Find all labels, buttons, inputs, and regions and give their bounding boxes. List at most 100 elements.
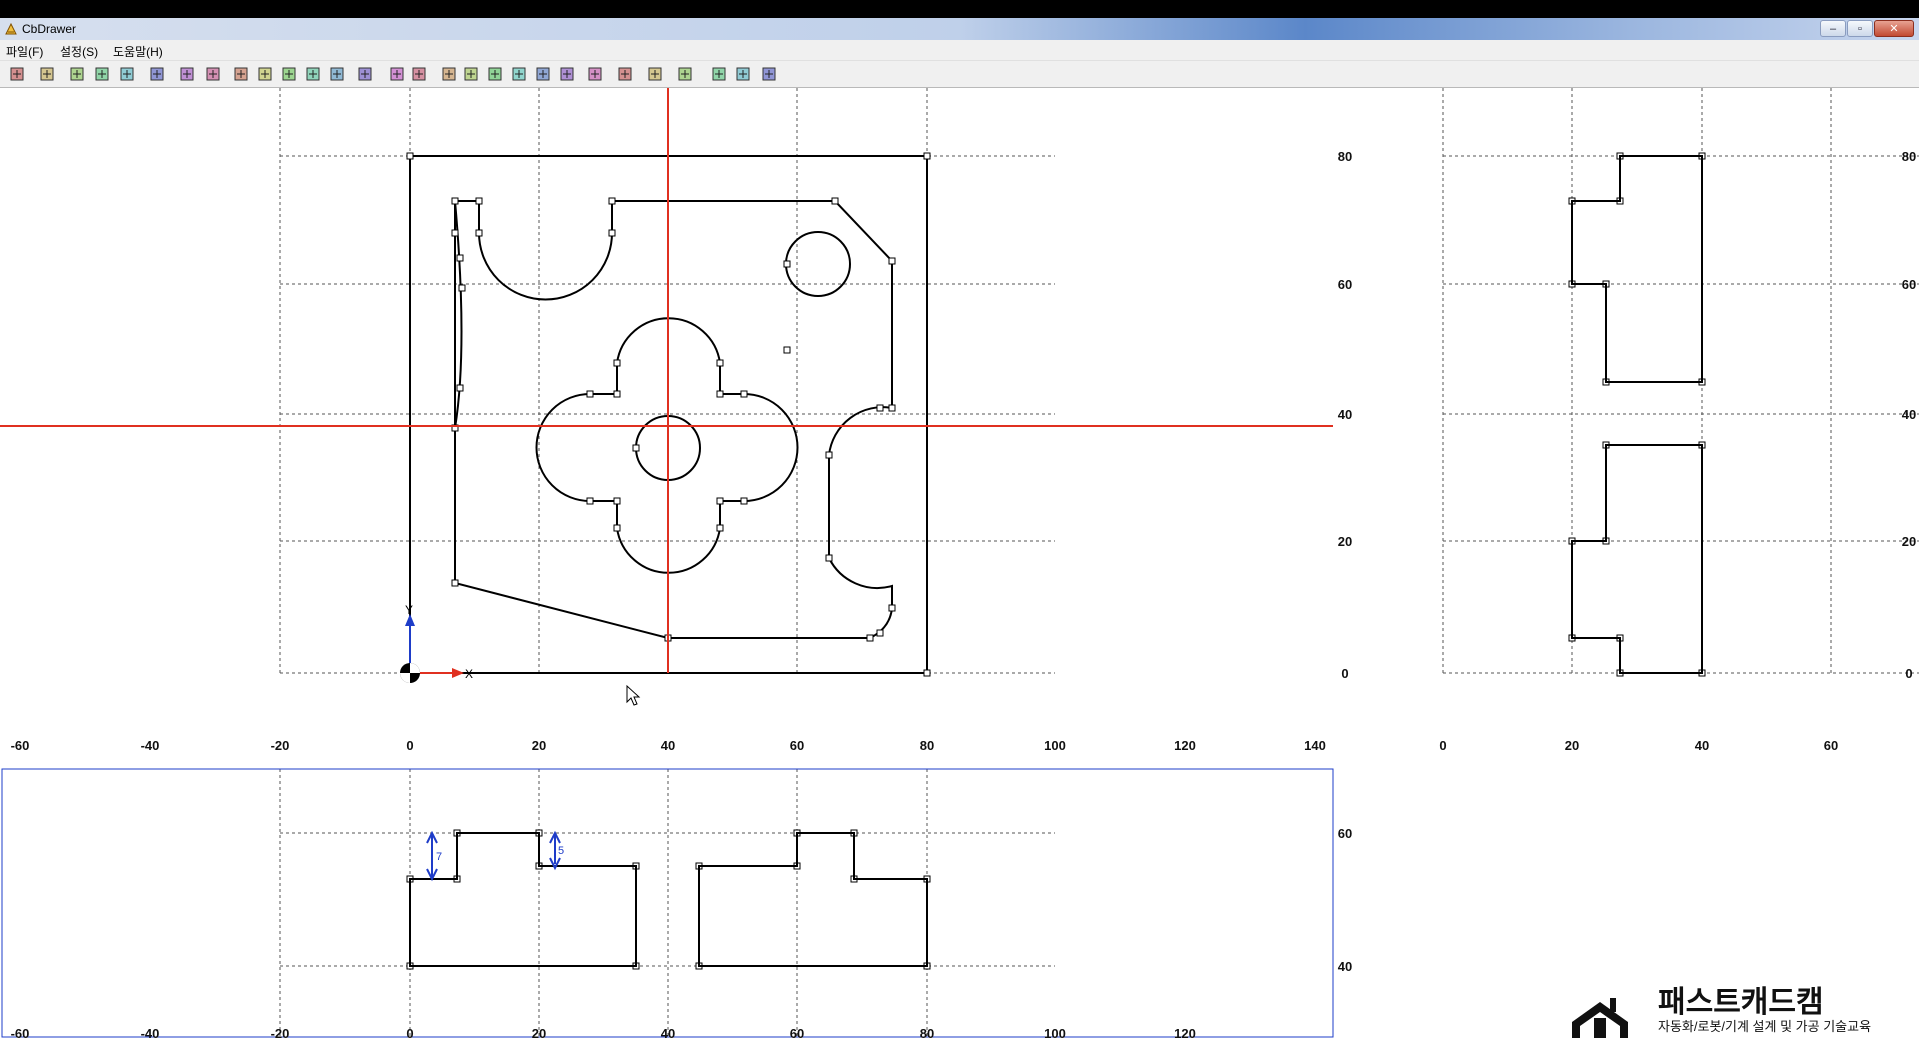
solid-button[interactable] — [118, 65, 136, 83]
minimize-button[interactable]: – — [1820, 20, 1846, 37]
x-tick-label: 100 — [1044, 738, 1066, 753]
side-x-tick-label: 20 — [1565, 738, 1579, 753]
vertex-marker — [888, 404, 896, 412]
y-tick-label: 60 — [1338, 277, 1352, 292]
select-add-icon — [412, 67, 426, 81]
screen-top-strip — [0, 0, 1919, 18]
y-tick-label: 40 — [1338, 407, 1352, 422]
maximize-icon: ▫ — [1858, 23, 1862, 35]
vertex-marker — [456, 384, 464, 392]
angle-button[interactable] — [616, 65, 634, 83]
angle-icon — [618, 67, 632, 81]
close-icon: ✕ — [1889, 23, 1899, 35]
logo-brand: 패스트캐드캠 — [1658, 986, 1824, 1019]
vertex-marker — [716, 497, 724, 505]
new-file-button[interactable] — [8, 65, 26, 83]
vertex-marker — [888, 257, 896, 265]
vertex-marker — [825, 451, 833, 459]
grid-lines — [279, 88, 1919, 1038]
top-x-tick-label: -60 — [11, 1026, 30, 1038]
menu-settings[interactable]: 설정(S) — [60, 43, 98, 60]
top-x-tick-label: 0 — [406, 1026, 413, 1038]
logo-tagline: 자동화/로봇/기계 설계 및 가공 기술교육 — [1658, 1019, 1871, 1034]
toggle-button[interactable] — [148, 65, 166, 83]
top-x-tick-label: -40 — [141, 1026, 160, 1038]
select-button[interactable] — [388, 65, 406, 83]
preview-icon — [762, 67, 776, 81]
vertex-marker — [458, 284, 466, 292]
trim-button[interactable] — [586, 65, 604, 83]
side-y-tick-label: 20 — [1902, 534, 1916, 549]
vertex-marker — [451, 197, 459, 205]
help-button[interactable] — [676, 65, 694, 83]
menu-help[interactable]: 도움말(H) — [113, 43, 163, 60]
dim-vertical-button[interactable] — [440, 65, 458, 83]
x-tick-label: 80 — [920, 738, 934, 753]
vertex-marker — [613, 359, 621, 367]
x-tick-label: 60 — [790, 738, 804, 753]
frame-a-button[interactable] — [178, 65, 196, 83]
vertex-markers — [406, 152, 1706, 970]
top-y-tick-label: 60 — [1338, 826, 1352, 841]
vertex-marker — [632, 444, 640, 452]
print-icon — [712, 67, 726, 81]
pan-button[interactable] — [328, 65, 346, 83]
view-b-icon — [95, 67, 109, 81]
menu-bar: 파일(F) 설정(S) 도움말(H) — [0, 40, 1919, 61]
dim-horizontal-icon — [464, 67, 478, 81]
vertex-marker — [716, 524, 724, 532]
open-folder-button[interactable] — [38, 65, 56, 83]
side-x-tick-label: 0 — [1439, 738, 1446, 753]
vertex-marker — [475, 197, 483, 205]
dim-diameter-button[interactable] — [558, 65, 576, 83]
house-logo-icon — [1572, 998, 1628, 1038]
zoom-all-button[interactable] — [304, 65, 322, 83]
select-add-button[interactable] — [410, 65, 428, 83]
zoom-out-icon — [258, 67, 272, 81]
small-hole — [785, 231, 851, 297]
view-b-button[interactable] — [93, 65, 111, 83]
drawing-canvas[interactable]: Y X 7 5 -60 -40 -20 0 20 40 60 80 100 120 140 80 60 4… — [0, 88, 1919, 1038]
top-y-tick-label: 40 — [1338, 959, 1352, 974]
vertex-marker — [451, 229, 459, 237]
dim-radius-button[interactable] — [534, 65, 552, 83]
vertex-marker — [923, 152, 931, 160]
y-tick-label: 80 — [1338, 149, 1352, 164]
render-button[interactable] — [356, 65, 374, 83]
print-button[interactable] — [710, 65, 728, 83]
help-icon — [678, 67, 692, 81]
zoom-out-button[interactable] — [256, 65, 274, 83]
dim-aligned-button[interactable] — [486, 65, 504, 83]
side-y-tick-label: 60 — [1902, 277, 1916, 292]
vertex-marker — [613, 524, 621, 532]
vertex-marker — [586, 497, 594, 505]
zoom-in-button[interactable] — [232, 65, 250, 83]
preview-button[interactable] — [760, 65, 778, 83]
dim-horizontal-button[interactable] — [462, 65, 480, 83]
dim-vertical-icon — [442, 67, 456, 81]
print-setup-button[interactable] — [734, 65, 752, 83]
window-title: CbDrawer — [22, 22, 77, 36]
watermark-logo: 패스트캐드캠 자동화/로봇/기계 설계 및 가공 기술교육 — [1572, 986, 1871, 1038]
origin-indicator: Y X — [400, 603, 473, 683]
x-tick-label: -20 — [271, 738, 290, 753]
frame-b-button[interactable] — [204, 65, 222, 83]
vertex-marker — [716, 359, 724, 367]
maximize-button[interactable]: ▫ — [1847, 20, 1873, 37]
vertex-marker — [783, 260, 791, 268]
vertex-marker — [613, 390, 621, 398]
view-a-button[interactable] — [68, 65, 86, 83]
zoom-window-icon — [282, 67, 296, 81]
x-tick-label: 0 — [406, 738, 413, 753]
select-icon — [390, 67, 404, 81]
close-button[interactable]: ✕ — [1874, 20, 1914, 37]
vertex-marker — [608, 229, 616, 237]
top-view-geometry — [409, 832, 928, 967]
export-icon — [648, 67, 662, 81]
top-x-tick-label: 100 — [1044, 1026, 1066, 1038]
menu-file[interactable]: 파일(F) — [6, 43, 43, 60]
dim-aligned-icon — [488, 67, 502, 81]
export-button[interactable] — [646, 65, 664, 83]
zoom-window-button[interactable] — [280, 65, 298, 83]
dim-base-button[interactable] — [510, 65, 528, 83]
